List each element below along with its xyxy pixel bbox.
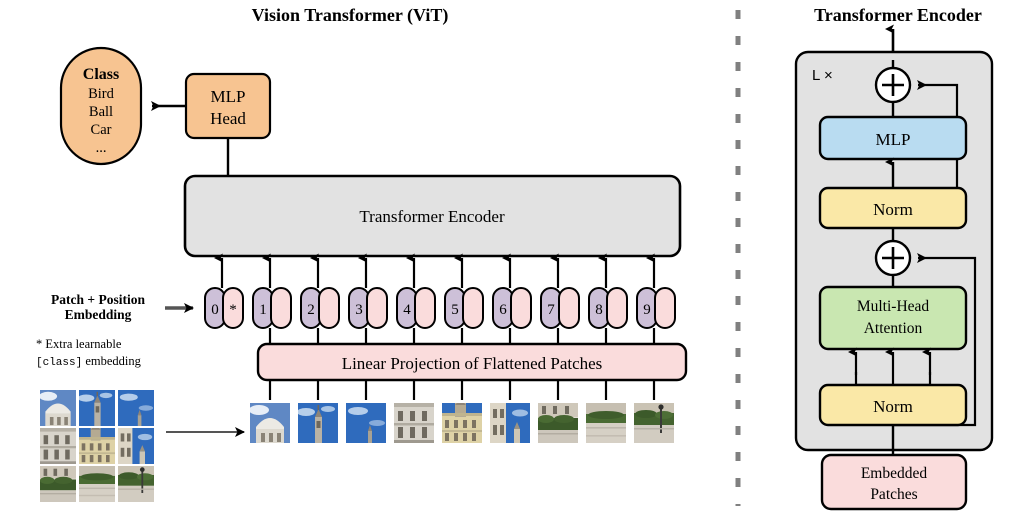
token-4-position-capsule <box>414 287 436 329</box>
embedding-footnote-suffix: embedding <box>82 354 141 368</box>
diagram-canvas: Vision Transformer (ViT) Class Bird Ball… <box>36 5 994 511</box>
embedding-label-line2: Embedding <box>65 307 132 322</box>
right-panel-title: Transformer Encoder <box>814 5 982 25</box>
token-0-asterisk: * <box>229 302 237 318</box>
token-1: 1 <box>252 287 292 329</box>
token-5-position-capsule <box>462 287 484 329</box>
token-0: 0 * <box>204 287 244 329</box>
patch-seq-1 <box>250 403 290 443</box>
token-8-position-capsule <box>606 287 628 329</box>
grid-patch-r2c3 <box>118 428 154 464</box>
patch-seq-3 <box>346 403 386 443</box>
embedded-patches-line2: Patches <box>870 486 917 503</box>
patch-seq-8 <box>586 403 626 443</box>
vit-architecture-figure: Vision Transformer (ViT) Class Bird Ball… <box>0 0 1024 516</box>
token-3: 3 <box>348 287 388 329</box>
attention-label-line1: Multi-Head <box>857 298 930 315</box>
transformer-encoder-label: Transformer Encoder <box>359 207 505 226</box>
grid-patch-r2c1 <box>40 428 76 464</box>
token-6-number: 6 <box>499 302 507 318</box>
patch-to-projection-stems <box>268 380 656 400</box>
grid-patch-r1c1 <box>40 390 76 426</box>
flattened-patch-sequence <box>250 403 674 443</box>
grid-patch-r1c2 <box>79 390 115 426</box>
token-7: 7 <box>540 287 580 329</box>
encoder-repeat-label: L × <box>812 67 833 84</box>
token-8: 8 <box>588 287 628 329</box>
embedding-footnote-code: [class] <box>36 357 82 369</box>
token-8-number: 8 <box>595 302 603 318</box>
token-5-number: 5 <box>451 302 459 318</box>
patch-seq-2 <box>298 403 338 443</box>
grid-patch-r3c3 <box>118 466 154 502</box>
token-4-number: 4 <box>403 302 411 318</box>
embedding-label-line1: Patch + Position <box>51 292 145 307</box>
token-3-number: 3 <box>355 302 363 318</box>
embedded-patches-line1: Embedded <box>861 465 928 482</box>
token-9-position-capsule <box>654 287 676 329</box>
source-image-patch-grid <box>40 390 154 502</box>
mlp-head-box <box>184 72 272 140</box>
patch-seq-4 <box>394 403 434 443</box>
grid-patch-r3c1 <box>40 466 76 502</box>
token-2: 2 <box>300 287 340 329</box>
token-9-number: 9 <box>643 302 651 318</box>
token-5: 5 <box>444 287 484 329</box>
token-2-number: 2 <box>307 302 315 318</box>
token-6: 6 <box>492 287 532 329</box>
norm-top-label: Norm <box>873 200 913 219</box>
embedding-footnote-line1: * Extra learnable <box>36 337 122 351</box>
embedding-footnote-line2: [class] embedding <box>36 354 142 369</box>
mlp-head-label-line2: Head <box>210 109 246 128</box>
grid-patch-r1c3 <box>118 390 154 426</box>
token-2-position-capsule <box>318 287 340 329</box>
class-item-car: Car <box>91 122 112 138</box>
class-heading: Class <box>83 66 119 83</box>
class-item-ball: Ball <box>89 104 113 120</box>
class-item-bird: Bird <box>88 86 115 102</box>
grid-patch-r3c2 <box>79 466 115 502</box>
token-9: 9 <box>636 287 676 329</box>
mlp-head-label-line1: MLP <box>211 87 246 106</box>
patch-position-embedding-tokens: 0 * 1 2 3 4 5 6 7 8 9 <box>204 287 676 329</box>
patch-seq-9 <box>634 403 674 443</box>
token-7-number: 7 <box>547 302 555 318</box>
token-0-number: 0 <box>211 302 219 318</box>
token-6-position-capsule <box>510 287 532 329</box>
token-3-position-capsule <box>366 287 388 329</box>
grid-patch-r2c2 <box>79 428 115 464</box>
projection-to-token-stems <box>268 328 656 344</box>
token-4: 4 <box>396 287 436 329</box>
token-7-position-capsule <box>558 287 580 329</box>
mlp-box-label: MLP <box>876 130 911 149</box>
token-1-number: 1 <box>259 302 267 318</box>
norm-bottom-label: Norm <box>873 397 913 416</box>
multihead-attention-box <box>818 285 968 351</box>
patch-seq-6 <box>490 403 530 443</box>
token-to-encoder-arrows <box>214 253 656 288</box>
attention-label-line2: Attention <box>864 320 923 337</box>
class-item-ellipsis: ... <box>96 140 107 156</box>
token-1-position-capsule <box>270 287 292 329</box>
patch-seq-5 <box>442 403 482 443</box>
patch-seq-7 <box>538 403 578 443</box>
linear-projection-label: Linear Projection of Flattened Patches <box>342 354 603 373</box>
left-panel-title: Vision Transformer (ViT) <box>252 5 449 26</box>
